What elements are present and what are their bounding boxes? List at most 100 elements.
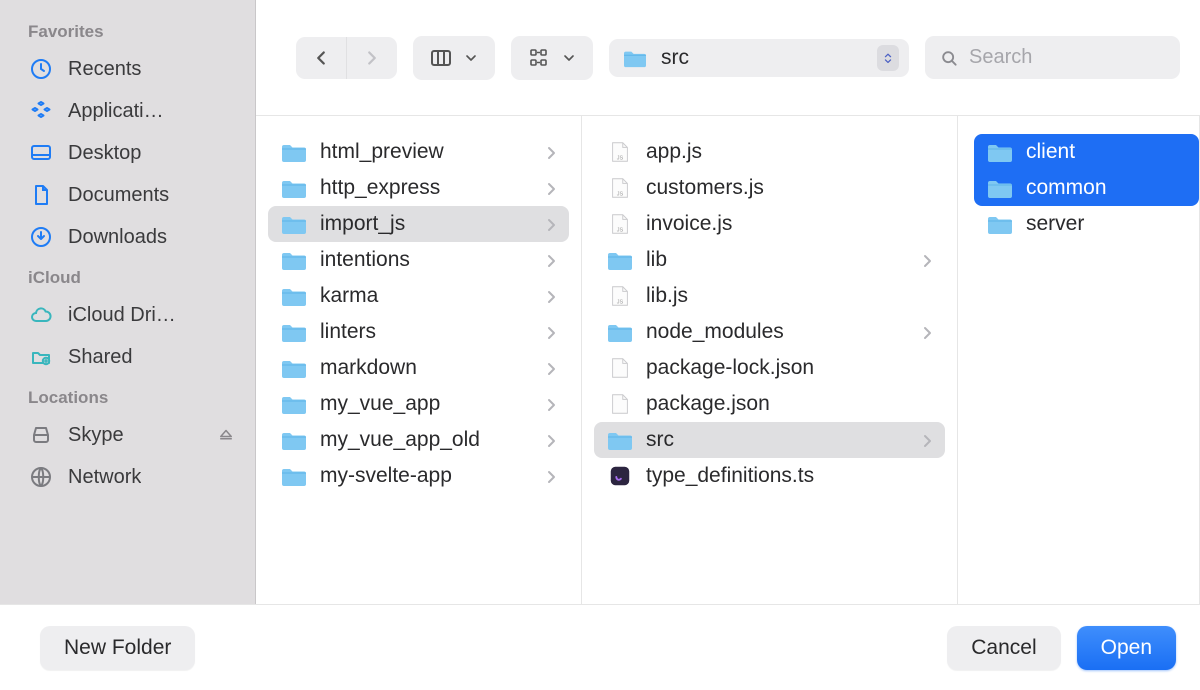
file-item[interactable]: my_vue_app (268, 386, 569, 422)
cancel-button[interactable]: Cancel (947, 626, 1060, 670)
file-item-label: html_preview (320, 140, 533, 164)
back-button[interactable] (296, 37, 346, 79)
sidebar-item-label: Desktop (68, 142, 141, 165)
sidebar-item[interactable]: Shared (0, 336, 255, 378)
file-item-label: lib.js (646, 284, 933, 308)
eject-icon[interactable] (217, 426, 235, 444)
file-item-label: linters (320, 320, 533, 344)
file-item[interactable]: type_definitions.ts (594, 458, 945, 494)
file-item-label: karma (320, 284, 533, 308)
file-item[interactable]: my-svelte-app (268, 458, 569, 494)
file-item[interactable]: package.json (594, 386, 945, 422)
file-item[interactable]: intentions (268, 242, 569, 278)
file-item-label: customers.js (646, 176, 933, 200)
file-item[interactable]: http_express (268, 170, 569, 206)
chevron-right-icon (545, 398, 557, 410)
sidebar-item[interactable]: Desktop (0, 132, 255, 174)
forward-button[interactable] (346, 37, 397, 79)
file-item-label: package-lock.json (646, 356, 933, 380)
folder-icon (606, 248, 634, 272)
columns-icon (429, 46, 453, 70)
file-item[interactable]: invoice.js (594, 206, 945, 242)
file-item[interactable]: lib (594, 242, 945, 278)
file-item[interactable]: src (594, 422, 945, 458)
js-icon (606, 284, 634, 308)
folder-icon (606, 428, 634, 452)
chevron-right-icon (545, 218, 557, 230)
file-item[interactable]: node_modules (594, 314, 945, 350)
file-item[interactable]: html_preview (268, 134, 569, 170)
path-dropdown[interactable]: src (609, 39, 909, 77)
open-button[interactable]: Open (1077, 626, 1176, 670)
file-item-label: server (1026, 212, 1187, 236)
file-item[interactable]: package-lock.json (594, 350, 945, 386)
file-item-label: my_vue_app_old (320, 428, 533, 452)
file-item[interactable]: karma (268, 278, 569, 314)
sidebar-item[interactable]: Skype (0, 414, 255, 456)
file-icon (606, 356, 634, 380)
column-3[interactable]: client common server (958, 116, 1200, 604)
column-2[interactable]: app.js customers.js invoice.js lib lib.j… (582, 116, 958, 604)
file-item-label: import_js (320, 212, 533, 236)
folder-icon (280, 248, 308, 272)
sidebar-item-label: Recents (68, 58, 141, 81)
sidebar-item-label: Network (68, 466, 141, 489)
download-icon (28, 224, 54, 250)
file-icon (606, 392, 634, 416)
file-item[interactable]: linters (268, 314, 569, 350)
file-item-label: http_express (320, 176, 533, 200)
search-field[interactable] (925, 36, 1180, 79)
folder-icon (986, 140, 1014, 164)
column-1[interactable]: html_preview http_express import_js inte… (256, 116, 582, 604)
folder-icon (621, 47, 649, 69)
file-item[interactable]: markdown (268, 350, 569, 386)
path-label: src (661, 46, 865, 70)
file-item[interactable]: server (974, 206, 1199, 242)
sidebar-item-label: Applicati… (68, 100, 164, 123)
desktop-icon (28, 140, 54, 166)
file-item[interactable]: lib.js (594, 278, 945, 314)
chevron-right-icon (545, 290, 557, 302)
ts-icon (606, 464, 634, 488)
new-folder-button[interactable]: New Folder (40, 626, 195, 670)
sidebar-item-label: Downloads (68, 226, 167, 249)
file-item[interactable]: app.js (594, 134, 945, 170)
chevron-right-icon (545, 146, 557, 158)
group-by-button[interactable] (511, 36, 593, 80)
sidebar-item[interactable]: Network (0, 456, 255, 498)
chevron-right-icon (545, 362, 557, 374)
sidebar: Favorites Recents Applicati… Desktop Doc… (0, 0, 256, 604)
folder-icon (986, 176, 1014, 200)
folder-icon (986, 212, 1014, 236)
open-dialog: Favorites Recents Applicati… Desktop Doc… (0, 0, 1200, 690)
folder-icon (280, 140, 308, 164)
file-item[interactable]: import_js (268, 206, 569, 242)
search-icon (939, 48, 959, 68)
file-item-label: client (1026, 140, 1187, 164)
view-columns-button[interactable] (413, 36, 495, 80)
cloud-icon (28, 302, 54, 328)
search-input[interactable] (969, 46, 1166, 69)
doc-icon (28, 182, 54, 208)
folder-icon (280, 284, 308, 308)
sidebar-item[interactable]: iCloud Dri… (0, 294, 255, 336)
file-item[interactable]: my_vue_app_old (268, 422, 569, 458)
file-item-label: app.js (646, 140, 933, 164)
sidebar-item[interactable]: Recents (0, 48, 255, 90)
file-item-label: type_definitions.ts (646, 464, 933, 488)
file-item-label: my-svelte-app (320, 464, 533, 488)
sidebar-item[interactable]: Downloads (0, 216, 255, 258)
file-item-label: my_vue_app (320, 392, 533, 416)
sidebar-item-label: Documents (68, 184, 169, 207)
clock-icon (28, 56, 54, 82)
folder-icon (280, 392, 308, 416)
sidebar-section-locations: Locations (0, 378, 255, 414)
file-item[interactable]: common (974, 170, 1199, 206)
chevron-right-icon (545, 470, 557, 482)
chevron-right-icon (921, 326, 933, 338)
file-item[interactable]: client (974, 134, 1199, 170)
sidebar-item[interactable]: Applicati… (0, 90, 255, 132)
file-item[interactable]: customers.js (594, 170, 945, 206)
sidebar-item[interactable]: Documents (0, 174, 255, 216)
file-item-label: src (646, 428, 909, 452)
